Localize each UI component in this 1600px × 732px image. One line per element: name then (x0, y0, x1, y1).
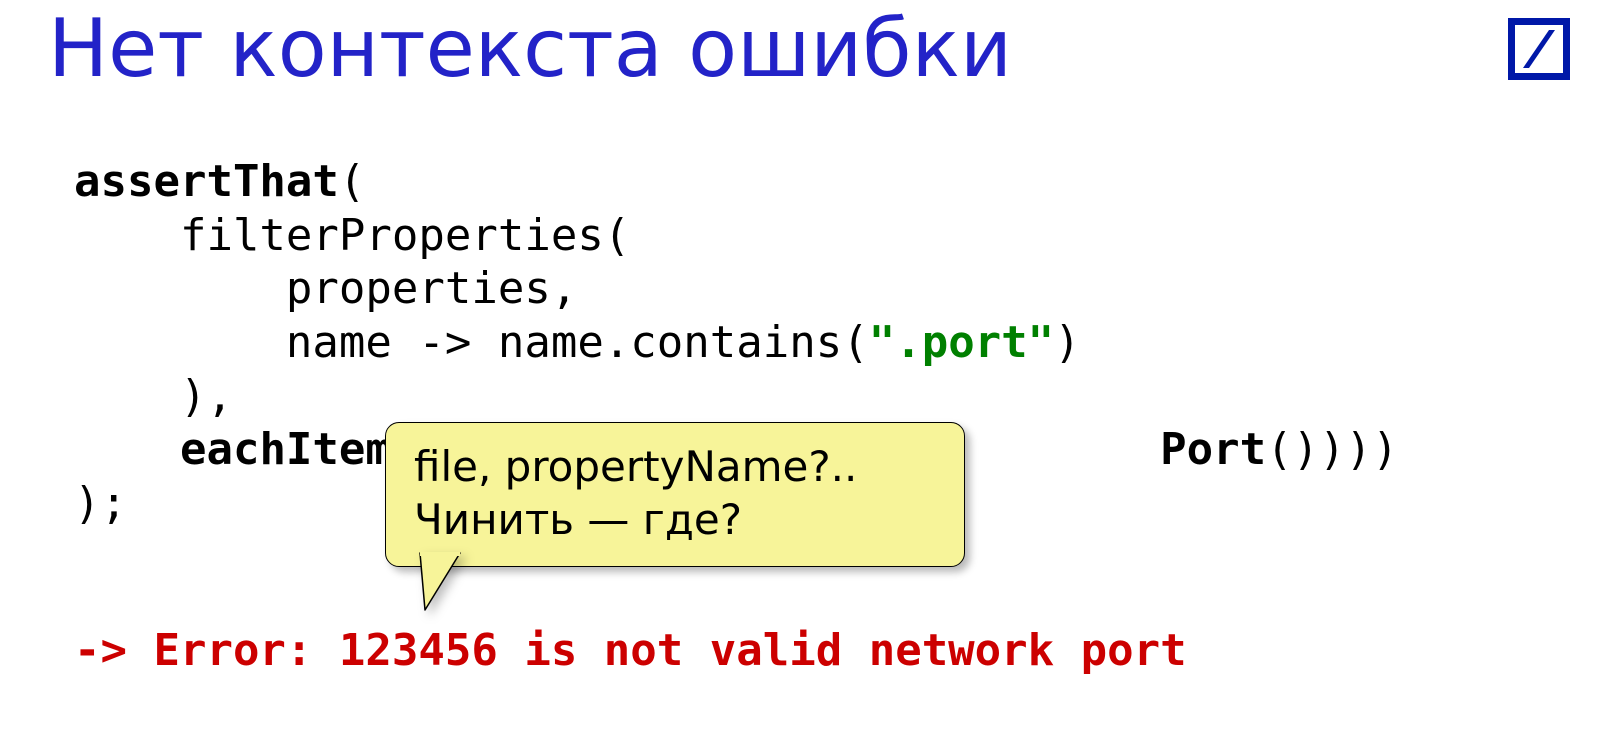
code-text: ) (1054, 317, 1081, 368)
code-text: Port (1160, 424, 1266, 475)
code-text: ), (74, 371, 233, 422)
code-text: ); (74, 478, 127, 529)
callout: file, propertyName?.. Чинить — где? (385, 422, 965, 567)
code-text (74, 424, 180, 475)
callout-box: file, propertyName?.. Чинить — где? (385, 422, 965, 567)
callout-line: file, propertyName?.. (414, 441, 936, 494)
code-text: ( (339, 156, 366, 207)
code-text: filterProperties( (74, 210, 630, 261)
code-text: assertThat (74, 156, 339, 207)
callout-line: Чинить — где? (414, 494, 936, 547)
callout-tail-icon (415, 555, 475, 615)
code-text: name -> name.contains( (74, 317, 869, 368)
slide: Нет контекста ошибки assertThat( filterP… (0, 0, 1600, 732)
slide-title: Нет контекста ошибки (48, 2, 1012, 95)
code-text: ()))) (1266, 424, 1398, 475)
code-string: ".port" (869, 317, 1054, 368)
error-output: -> Error: 123456 is not valid network po… (74, 625, 1187, 676)
db-logo-icon (1508, 18, 1570, 80)
code-text: eachItem (180, 424, 392, 475)
code-text: properties, (74, 263, 577, 314)
